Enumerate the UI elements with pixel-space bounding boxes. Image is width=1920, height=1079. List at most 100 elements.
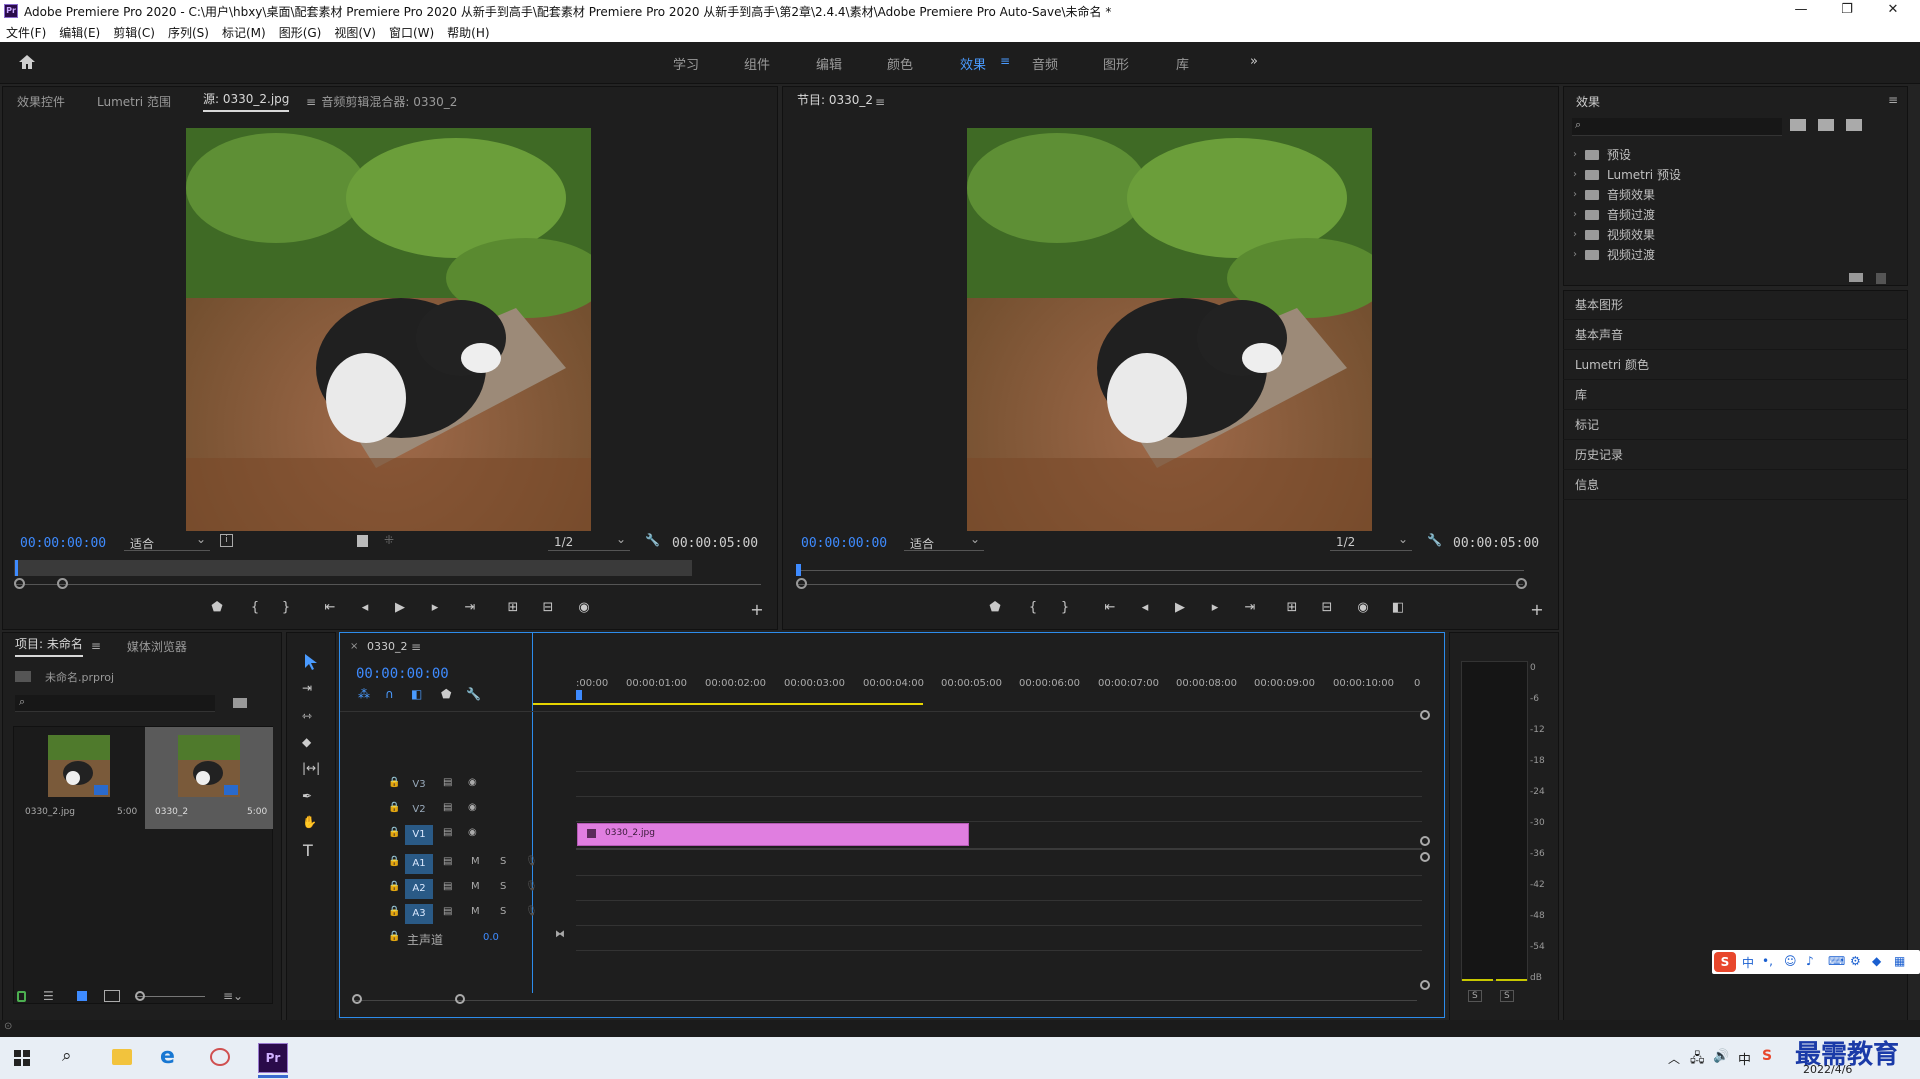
track-target-v3[interactable]: V3 xyxy=(405,775,433,795)
icon-view-icon[interactable] xyxy=(77,991,87,1001)
effects-panel-menu-icon[interactable]: ≡ xyxy=(1888,93,1898,107)
panel-essential-graphics[interactable]: 基本图形 xyxy=(1563,290,1908,320)
track-target-a3[interactable]: A3 xyxy=(405,904,433,924)
network-icon[interactable]: 🖧 xyxy=(1690,1049,1705,1071)
zoom-slider[interactable] xyxy=(135,996,205,997)
program-add-button-icon[interactable]: + xyxy=(1527,600,1547,619)
menu-help[interactable]: 帮助(H) xyxy=(447,24,489,41)
panel-libraries[interactable]: 库 xyxy=(1563,380,1908,410)
menu-file[interactable]: 文件(F) xyxy=(6,24,46,41)
source-drag-audio-icon[interactable]: ⁜ xyxy=(384,533,394,547)
timeline-clip[interactable]: 0330_2.jpg xyxy=(577,823,969,846)
ime-menu-icon[interactable]: ▦ xyxy=(1894,954,1905,968)
accelerated-effects-icon[interactable] xyxy=(1790,119,1806,131)
program-step-forward-icon[interactable]: ▸ xyxy=(1205,600,1225,615)
ime-emoji-icon[interactable]: ☺ xyxy=(1784,954,1797,968)
program-panel-menu-icon[interactable]: ≡ xyxy=(875,95,885,109)
close-button[interactable]: ✕ xyxy=(1870,0,1916,22)
list-view-icon[interactable]: ☰ xyxy=(43,989,54,1003)
project-search-input[interactable] xyxy=(15,695,215,712)
search-icon[interactable]: ⌕ xyxy=(62,1046,72,1066)
volume-icon[interactable]: 🔊 xyxy=(1713,1049,1729,1064)
freeform-view-icon[interactable] xyxy=(104,990,120,1002)
ripple-edit-tool-icon[interactable]: ⇿ xyxy=(302,709,312,723)
h-scroll-handle-right[interactable] xyxy=(455,994,465,1004)
track-select-tool-icon[interactable]: ⇥ xyxy=(302,681,312,695)
source-timecode[interactable]: 00:00:00:00 xyxy=(20,536,106,551)
delete-icon[interactable] xyxy=(1876,273,1886,284)
tab-lumetri-scopes[interactable]: Lumetri 范围 xyxy=(97,93,171,110)
sync-lock-icon[interactable]: ▤ xyxy=(443,906,452,917)
sync-lock-icon[interactable]: ▤ xyxy=(443,856,452,867)
snap-icon[interactable]: ∩ xyxy=(385,687,394,701)
ime-indicator-icon[interactable]: 中 xyxy=(1738,1049,1751,1068)
track-target-a2[interactable]: A2 xyxy=(405,879,433,899)
tab-effect-controls[interactable]: 效果控件 xyxy=(17,93,65,110)
h-scroll-track[interactable] xyxy=(353,1000,1417,1001)
sync-lock-icon[interactable]: ▤ xyxy=(443,827,452,838)
master-volume[interactable]: 0.0 xyxy=(483,932,499,943)
workspace-graphics[interactable]: 图形 xyxy=(1103,54,1129,73)
effects-tree-item[interactable]: › 预设 xyxy=(1573,146,1631,163)
ime-mode-icon[interactable]: 中 xyxy=(1742,954,1754,971)
source-mark-out-icon[interactable]: } xyxy=(276,600,296,615)
source-zoom-handle-left[interactable] xyxy=(14,578,25,589)
effects-tree-item[interactable]: › 视频效果 xyxy=(1573,226,1655,243)
lock-icon[interactable]: 🔒 xyxy=(388,856,400,867)
sequence-menu-icon[interactable]: ≡ xyxy=(411,640,421,654)
panel-essential-sound[interactable]: 基本声音 xyxy=(1563,320,1908,350)
source-drag-video-icon[interactable] xyxy=(357,535,368,547)
source-zoom-bar[interactable] xyxy=(16,584,761,585)
source-zoom-handle-right[interactable] xyxy=(57,578,68,589)
source-go-to-in-icon[interactable]: ⇤ xyxy=(320,600,340,615)
menu-edit[interactable]: 编辑(E) xyxy=(59,24,100,41)
more-workspaces-icon[interactable]: » xyxy=(1250,54,1258,69)
effects-tree-item[interactable]: › Lumetri 预设 xyxy=(1573,166,1681,183)
32bit-effects-icon[interactable] xyxy=(1818,119,1834,131)
lock-icon[interactable]: 🔒 xyxy=(388,827,400,838)
windows-start-icon[interactable] xyxy=(14,1050,30,1066)
source-step-back-icon[interactable]: ◂ xyxy=(355,600,375,615)
program-zoom-handle-left[interactable] xyxy=(796,578,807,589)
voiceover-mic-icon[interactable]: 🎙 xyxy=(525,881,538,892)
sort-icon[interactable]: ≡⌄ xyxy=(223,989,243,1003)
mute-button[interactable]: M xyxy=(471,856,480,867)
home-icon[interactable] xyxy=(18,54,36,70)
project-item[interactable]: 0330_2.jpg 5:00 xyxy=(15,727,141,829)
workspace-libraries[interactable]: 库 xyxy=(1176,54,1189,73)
sequence-tab[interactable]: 0330_2 xyxy=(367,640,408,653)
source-export-frame-icon[interactable]: ◉ xyxy=(574,600,594,615)
edge-browser-icon[interactable]: e xyxy=(160,1044,175,1069)
new-bin-icon[interactable] xyxy=(1849,273,1863,282)
source-insert-icon[interactable]: ⊞ xyxy=(503,600,523,615)
timeline-timecode[interactable]: 00:00:00:00 xyxy=(356,666,449,682)
workspace-menu-icon[interactable]: ≡ xyxy=(1000,54,1010,68)
menu-graphics[interactable]: 图形(G) xyxy=(279,24,322,41)
razor-tool-icon[interactable]: ◆ xyxy=(302,735,311,749)
minimize-button[interactable]: — xyxy=(1778,0,1824,22)
program-go-to-in-icon[interactable]: ⇤ xyxy=(1100,600,1120,615)
voiceover-mic-icon[interactable]: 🎙 xyxy=(525,906,538,917)
lock-icon[interactable]: 🔒 xyxy=(388,802,400,813)
workspace-learn[interactable]: 学习 xyxy=(673,54,699,73)
tab-audio-clip-mixer[interactable]: 音频剪辑混合器: 0330_2 xyxy=(321,93,457,110)
program-timeruler[interactable] xyxy=(796,570,1524,571)
panel-markers[interactable]: 标记 xyxy=(1563,410,1908,440)
effects-tree-item[interactable]: › 音频效果 xyxy=(1573,186,1655,203)
sync-lock-icon[interactable]: ▤ xyxy=(443,777,452,788)
source-mark-in-icon[interactable]: { xyxy=(245,600,265,615)
slip-tool-icon[interactable]: |↔| xyxy=(302,761,320,775)
clock-date[interactable]: 2022/4/6 xyxy=(1803,1063,1852,1076)
program-compare-view-icon[interactable]: ◧ xyxy=(1388,600,1408,615)
program-go-to-out-icon[interactable]: ⇥ xyxy=(1240,600,1260,615)
program-mark-in-icon[interactable]: { xyxy=(1023,600,1043,615)
program-step-back-icon[interactable]: ◂ xyxy=(1135,600,1155,615)
new-bin-icon[interactable] xyxy=(233,698,247,708)
panel-history[interactable]: 历史记录 xyxy=(1563,440,1908,470)
effects-tree-item[interactable]: › 视频过渡 xyxy=(1573,246,1655,263)
source-add-button-icon[interactable]: + xyxy=(747,600,767,619)
program-timecode[interactable]: 00:00:00:00 xyxy=(801,536,887,551)
type-tool-icon[interactable]: T xyxy=(303,841,313,860)
sogou-tray-icon[interactable]: S xyxy=(1762,1048,1772,1064)
track-target-a1[interactable]: A1 xyxy=(405,854,433,874)
